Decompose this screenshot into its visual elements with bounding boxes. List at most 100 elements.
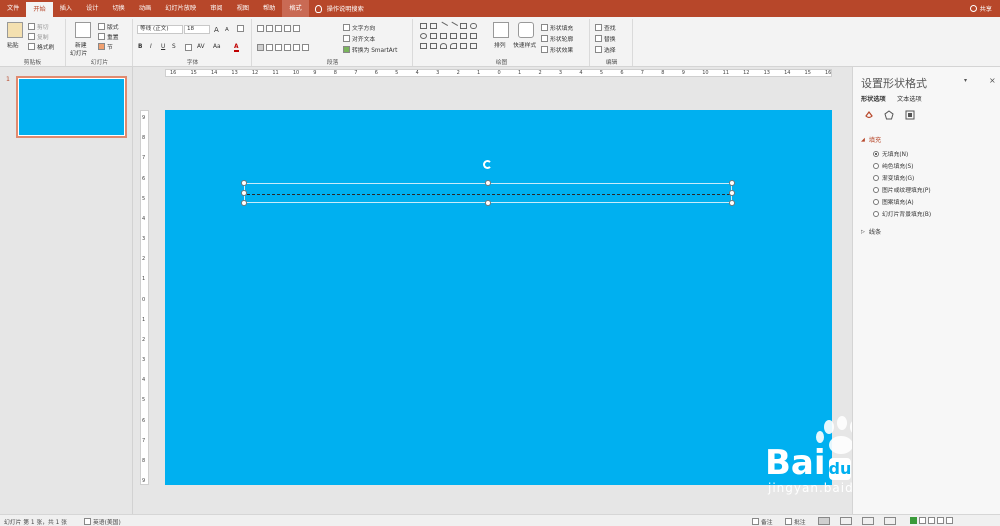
effects-pentagon-icon[interactable] <box>884 110 894 120</box>
resize-handle-bc[interactable] <box>485 200 491 206</box>
align-icons[interactable] <box>257 44 311 51</box>
shape-textbox-icon[interactable] <box>420 23 427 29</box>
paste-icon[interactable] <box>7 22 23 38</box>
radio-no-fill[interactable]: 无填充(N) <box>873 149 908 158</box>
resize-handle-bl[interactable] <box>241 200 247 206</box>
radio-solid-fill[interactable]: 纯色填充(S) <box>873 161 913 170</box>
radio-picture-fill[interactable]: 图片或纹理填充(P) <box>873 185 931 194</box>
shape-brace-icon[interactable] <box>420 43 427 49</box>
bold-button[interactable]: B <box>138 44 142 50</box>
tab-file[interactable]: 文件 <box>0 0 26 17</box>
tell-me-search[interactable]: 操作说明搜索 <box>314 4 364 13</box>
shrink-font-button[interactable]: A <box>225 27 229 33</box>
select-button[interactable]: 选择 <box>595 45 616 54</box>
resize-handle-mr[interactable] <box>729 190 735 196</box>
shape-more-icon[interactable] <box>470 43 477 49</box>
arrange-button[interactable]: 排列 <box>494 40 506 49</box>
font-color-button[interactable]: A <box>234 44 239 52</box>
shape-fill-button[interactable]: 形状填充 <box>541 23 573 32</box>
shape-arc-icon[interactable] <box>440 43 447 49</box>
resize-handle-br[interactable] <box>729 200 735 206</box>
shape-bracket-icon[interactable] <box>460 43 467 49</box>
arrange-icon[interactable] <box>493 22 509 38</box>
shape-elbow-icon[interactable] <box>440 33 447 39</box>
tab-animations[interactable]: 动画 <box>132 0 158 17</box>
shape-line-icon[interactable] <box>438 21 449 31</box>
rotate-handle-icon[interactable] <box>483 160 492 169</box>
reading-view-button[interactable] <box>862 517 874 525</box>
tab-format[interactable]: 格式 <box>282 0 309 17</box>
tab-transitions[interactable]: 切换 <box>106 0 132 17</box>
tab-review[interactable]: 审阅 <box>203 0 229 17</box>
paste-button[interactable]: 粘贴 <box>7 40 19 49</box>
new-slide-icon[interactable] <box>75 22 91 38</box>
tab-help[interactable]: 帮助 <box>256 0 282 17</box>
strikethrough-button[interactable]: S <box>172 44 176 50</box>
resize-handle-tc[interactable] <box>485 180 491 186</box>
fill-section-header[interactable]: ◢ 填充 <box>861 135 881 145</box>
quick-styles-icon[interactable] <box>518 22 534 38</box>
tab-text-options[interactable]: 文本选项 <box>897 94 922 103</box>
section-button[interactable]: 节 <box>98 42 113 51</box>
shadow-icon[interactable] <box>185 44 194 51</box>
copy-button[interactable]: 复制 <box>28 32 49 41</box>
shape-rect-icon[interactable] <box>430 23 437 29</box>
reset-button[interactable]: 重置 <box>98 32 119 41</box>
chevron-down-icon[interactable]: ▾ <box>964 77 967 84</box>
layout-button[interactable]: 版式 <box>98 22 119 31</box>
change-case-button[interactable]: Aa <box>213 44 221 50</box>
tab-shape-options[interactable]: 形状选项 <box>861 94 886 103</box>
font-size-select[interactable]: 18 <box>184 25 210 34</box>
align-text-button[interactable]: 对齐文本 <box>343 34 375 43</box>
grow-font-button[interactable]: A <box>214 26 219 34</box>
notes-button[interactable]: 备注 <box>752 517 773 526</box>
shape-rounded-icon[interactable] <box>470 23 477 29</box>
size-properties-icon[interactable] <box>905 110 915 120</box>
resize-handle-ml[interactable] <box>241 190 247 196</box>
vertical-ruler[interactable]: 9 8 7 6 5 4 3 2 1 0 1 2 3 4 5 6 7 8 9 <box>140 110 149 485</box>
close-icon[interactable]: × <box>989 76 996 85</box>
slideshow-button[interactable] <box>884 517 896 525</box>
slide-canvas[interactable]: Bai du 经验 jingyan.baidu.com <box>165 110 906 495</box>
horizontal-ruler[interactable]: 16 15 14 13 12 11 10 9 8 7 6 5 4 3 2 1 0 1 2 3 4 5 6 7 8 9 10 11 12 1… <box>165 69 832 77</box>
shape-arrow-right-icon[interactable] <box>460 33 467 39</box>
dashed-line-shape[interactable] <box>247 194 730 195</box>
share-button[interactable]: 共享 <box>969 4 992 13</box>
shape-arrow-down-icon[interactable] <box>470 33 477 39</box>
cut-button[interactable]: 剪切 <box>28 22 49 31</box>
tab-home[interactable]: 开始 <box>26 2 53 17</box>
new-slide-label-2[interactable]: 幻灯片 <box>70 48 87 57</box>
tab-slideshow[interactable]: 幻灯片放映 <box>158 0 203 17</box>
shape-square-icon[interactable] <box>460 23 467 29</box>
radio-background-fill[interactable]: 幻灯片背景填充(B) <box>873 209 931 218</box>
language-indicator[interactable]: 英语(美国) <box>84 517 121 526</box>
shape-oval-icon[interactable] <box>420 33 427 39</box>
shape-triangle-icon[interactable] <box>430 33 437 39</box>
font-name-select[interactable]: 等线 (正文) <box>137 25 183 34</box>
tab-insert[interactable]: 插入 <box>53 0 79 17</box>
char-spacing-button[interactable]: AV <box>197 44 205 50</box>
italic-button[interactable]: I <box>150 44 152 50</box>
quick-styles-button[interactable]: 快速样式 <box>513 40 536 49</box>
replace-button[interactable]: 替换 <box>595 34 616 43</box>
slide-sorter-button[interactable] <box>840 517 852 525</box>
resize-handle-tr[interactable] <box>729 180 735 186</box>
normal-view-button[interactable] <box>818 517 830 525</box>
line-section-header[interactable]: ▷ 线条 <box>861 227 881 237</box>
bullets-icon[interactable] <box>257 25 302 32</box>
clear-format-icon[interactable] <box>237 25 246 32</box>
fill-line-icon[interactable] <box>864 110 874 120</box>
tab-view[interactable]: 视图 <box>230 0 256 17</box>
format-painter-button[interactable]: 格式刷 <box>28 42 54 51</box>
shape-star-icon[interactable] <box>430 43 437 49</box>
ime-toolbar[interactable] <box>910 517 955 524</box>
radio-gradient-fill[interactable]: 渐变填充(G) <box>873 173 914 182</box>
resize-handle-tl[interactable] <box>241 180 247 186</box>
radio-pattern-fill[interactable]: 图案填充(A) <box>873 197 914 206</box>
slide-thumbnail[interactable] <box>16 76 127 138</box>
shape-arrow-icon[interactable] <box>448 21 459 31</box>
comments-button[interactable]: 批注 <box>785 517 806 526</box>
tab-design[interactable]: 设计 <box>79 0 105 17</box>
shape-connector-icon[interactable] <box>450 33 457 39</box>
text-direction-button[interactable]: 文字方向 <box>343 23 375 32</box>
